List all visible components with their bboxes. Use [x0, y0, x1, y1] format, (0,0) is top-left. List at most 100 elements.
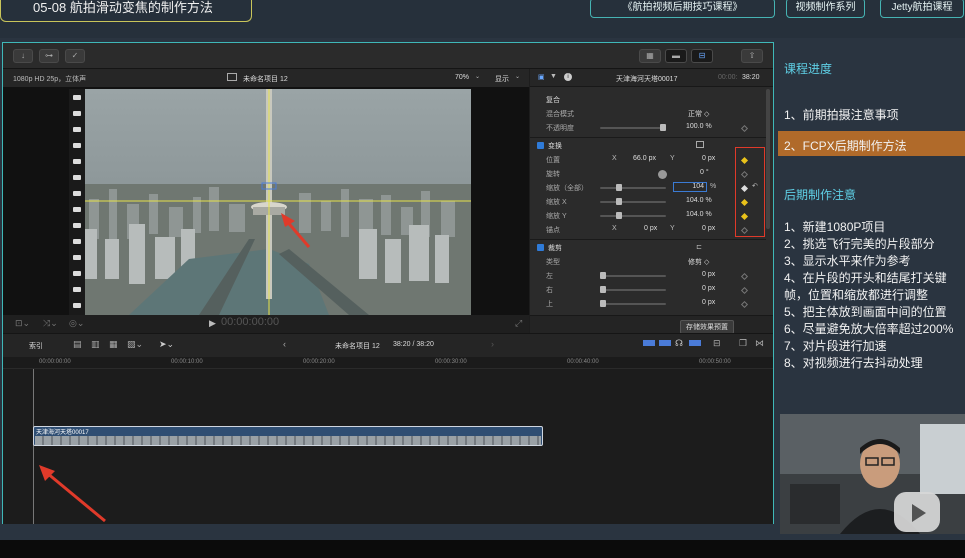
import-button[interactable]: ↓ — [13, 49, 33, 63]
transform-section[interactable]: 变换 — [530, 139, 766, 153]
crop-top-label: 上 — [546, 301, 553, 308]
info-icon[interactable]: i — [564, 73, 572, 81]
crop-left-slider[interactable] — [600, 272, 666, 279]
composite-section[interactable]: 复合 — [530, 93, 766, 107]
crop-top-row[interactable]: 上 0 px — [530, 297, 766, 311]
snapping-icon[interactable] — [689, 340, 701, 346]
crop-top-value[interactable]: 0 px — [702, 299, 715, 306]
zoom-level[interactable]: 70% — [455, 74, 469, 81]
headphones-icon[interactable]: ☊ — [675, 338, 683, 349]
timeline-toggle-button[interactable]: ▬ — [665, 49, 687, 63]
opacity-row[interactable]: 不透明度 100.0 % — [530, 121, 766, 135]
crop-left-row[interactable]: 左 0 px — [530, 269, 766, 283]
play-icon — [912, 504, 926, 522]
filmstrip-edge — [69, 89, 85, 315]
opacity-slider[interactable] — [600, 124, 666, 131]
overwrite-clip-icon[interactable]: ▧⌄ — [127, 339, 143, 350]
crop-type-row[interactable]: 类型 修剪 ◇ — [530, 255, 766, 269]
scale-all-slider[interactable] — [600, 184, 666, 191]
select-tool-icon[interactable]: ➤⌄ — [159, 339, 174, 350]
crop-right-row[interactable]: 右 0 px — [530, 283, 766, 297]
clip-appearance-icon[interactable]: ⊟ — [713, 338, 721, 349]
insert-clip-icon[interactable]: ▥ — [91, 339, 100, 350]
transform-checkbox[interactable] — [537, 142, 544, 149]
crop-type-value[interactable]: 修剪 ◇ — [688, 257, 709, 267]
scale-all-label: 缩放（全部） — [546, 185, 588, 192]
crop-checkbox[interactable] — [537, 244, 544, 251]
presenter-webcam — [780, 414, 965, 534]
speed-tool-icon[interactable]: ◎⌄ — [69, 318, 84, 329]
rotation-dial-icon[interactable] — [658, 170, 667, 179]
timeline-clip[interactable]: 天津海河天塔00017 — [33, 426, 543, 446]
scale-x-row[interactable]: 缩放 X 104.0 % — [530, 195, 766, 209]
scale-x-slider[interactable] — [600, 198, 666, 205]
viewer-video-frame[interactable] — [69, 89, 471, 315]
crop-right-value[interactable]: 0 px — [702, 285, 715, 292]
chevron-down-icon: ⌄ — [475, 74, 481, 80]
note-item: 4、在片段的开头和结尾打关键 — [784, 271, 947, 285]
play-icon[interactable]: ▶ — [209, 318, 216, 329]
crop-top-slider[interactable] — [600, 300, 666, 307]
anchor-y-value[interactable]: 0 px — [702, 225, 715, 232]
color-inspector-icon[interactable]: ▼ — [550, 73, 557, 80]
scale-all-row[interactable]: 缩放（全部） 104 % ↶ — [530, 181, 766, 195]
opacity-value[interactable]: 100.0 % — [686, 123, 712, 130]
anchor-x-value[interactable]: 0 px — [644, 225, 657, 232]
scale-y-value[interactable]: 104.0 % — [686, 211, 712, 218]
anchor-row[interactable]: 锚点 X 0 px Y 0 px — [530, 223, 766, 237]
save-effects-preset-button[interactable]: 存储效果预置 — [680, 320, 734, 334]
effects-browser-icon[interactable]: ❐ — [739, 338, 747, 349]
display-menu[interactable]: 显示 — [495, 74, 509, 84]
transitions-browser-icon[interactable]: ⋈ — [755, 338, 764, 349]
video-inspector-icon[interactable]: ▣ — [538, 73, 545, 81]
blend-mode-row[interactable]: 混合模式 正常 ◇ — [530, 107, 766, 121]
viewer-controls: ⊡⌄ ⤨⌄ ◎⌄ ▶ 00:00:00:00 ⤢ — [3, 315, 529, 333]
crop-left-value[interactable]: 0 px — [702, 271, 715, 278]
inspector-toggle-button[interactable]: ⊟ — [691, 49, 713, 63]
rotation-value[interactable]: 0 ° — [700, 169, 709, 176]
share-button[interactable]: ⇧ — [741, 49, 763, 63]
inspector-panel: ▣ ▼ i 天津海河天塔00017 00:00: 38:20 复合 混合模式 正… — [530, 69, 773, 335]
timeline-area[interactable] — [3, 369, 773, 524]
crop-section[interactable]: 裁剪 ⊏ — [530, 241, 766, 255]
position-x-label: X — [612, 155, 617, 162]
back-arrow-icon[interactable]: ‹ — [283, 339, 286, 349]
scale-all-value[interactable]: 104 — [673, 182, 707, 192]
crop-left-label: 左 — [546, 273, 553, 280]
browser-toggle-button[interactable]: ▦ — [639, 49, 661, 63]
rotation-row[interactable]: 旋转 0 ° — [530, 167, 766, 181]
keyframe-icon[interactable] — [740, 272, 749, 281]
forward-arrow-icon[interactable]: › — [491, 339, 494, 349]
note-item: 1、新建1080P项目 — [784, 220, 886, 234]
transform-tool-icon[interactable]: ⤨⌄ — [43, 318, 58, 329]
audio-skimming-icon[interactable] — [659, 340, 671, 346]
blend-mode-value[interactable]: 正常 ◇ — [688, 109, 709, 119]
position-row[interactable]: 位置 X 66.0 px Y 0 px — [530, 153, 766, 167]
notes-title: 后期制作注意 — [784, 188, 857, 202]
transform-onscreen-icon[interactable] — [696, 141, 704, 148]
background-tasks-button[interactable]: ✓ — [65, 49, 85, 63]
composite-title: 复合 — [546, 97, 560, 104]
keyframe-icon[interactable] — [740, 124, 749, 133]
scale-y-slider[interactable] — [600, 212, 666, 219]
play-badge[interactable] — [894, 492, 940, 532]
keyframe-icon[interactable] — [740, 286, 749, 295]
position-y-value[interactable]: 0 px — [702, 155, 715, 162]
append-clip-icon[interactable]: ▦ — [109, 339, 118, 350]
index-button[interactable]: 索引 — [29, 341, 43, 351]
keyframe-icon[interactable] — [740, 300, 749, 309]
crop-onscreen-icon[interactable]: ⊏ — [696, 243, 702, 251]
timeline-ruler[interactable]: 00:00:00:00 00:00:10:00 00:00:20:00 00:0… — [3, 357, 773, 369]
fullscreen-icon[interactable]: ⤢ — [515, 318, 522, 329]
keyword-button[interactable]: ⊶ — [39, 49, 59, 63]
divider — [530, 137, 766, 138]
scale-x-value[interactable]: 104.0 % — [686, 197, 712, 204]
skimming-icon[interactable] — [643, 340, 655, 346]
position-x-value[interactable]: 66.0 px — [633, 155, 656, 162]
scale-y-row[interactable]: 缩放 Y 104.0 % — [530, 209, 766, 223]
view-options-icon[interactable]: ⊡⌄ — [15, 318, 30, 329]
inspector-scrollbar[interactable] — [766, 89, 770, 229]
red-arrow-annotation — [39, 465, 106, 523]
crop-right-slider[interactable] — [600, 286, 666, 293]
connect-clip-icon[interactable]: ▤ — [73, 339, 82, 350]
